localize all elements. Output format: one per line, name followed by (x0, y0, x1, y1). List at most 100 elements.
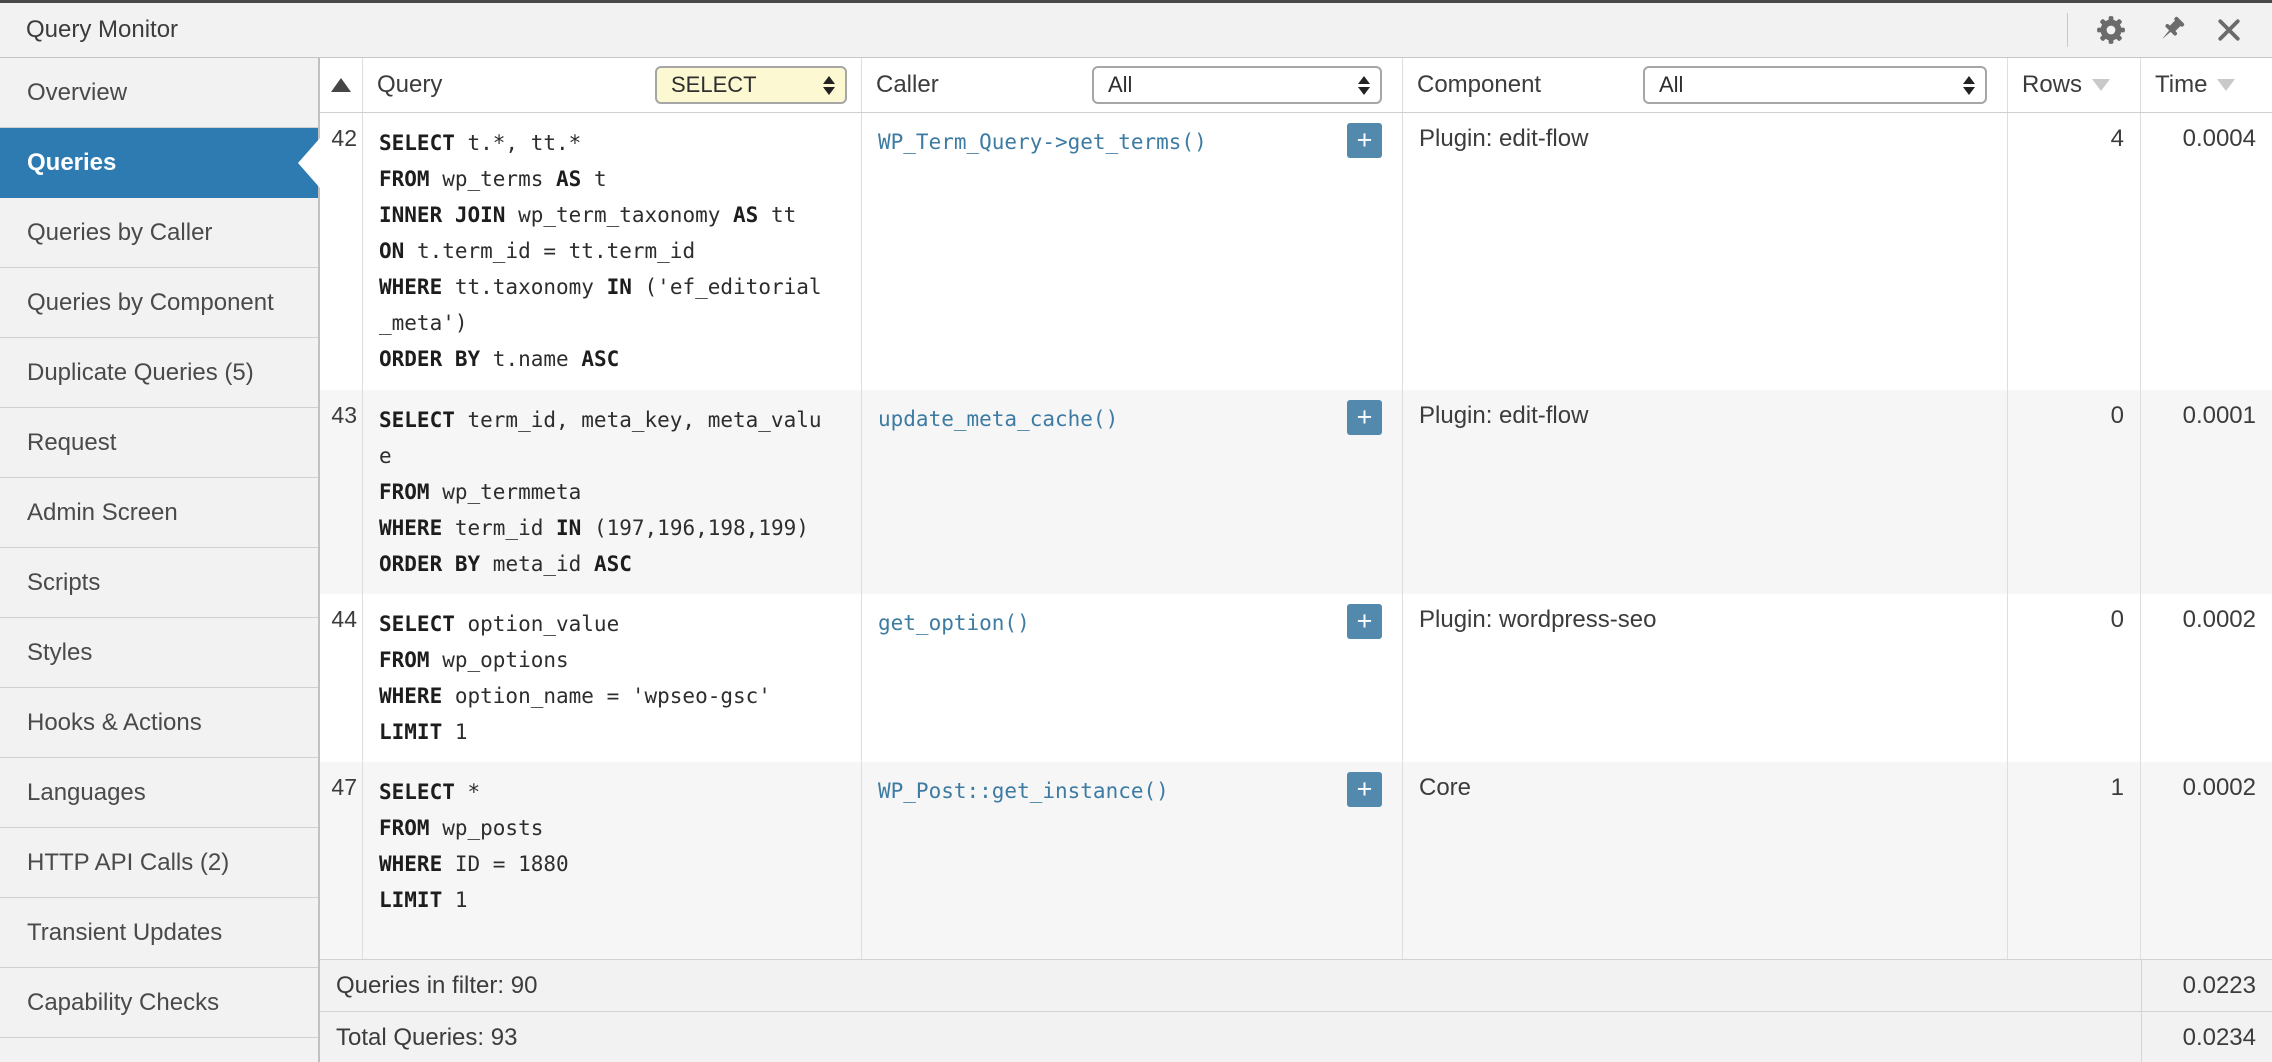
query-number-cell: 43 (320, 390, 363, 594)
query-caller-cell: WP_Post::get_instance() + (862, 762, 1403, 959)
rows-column-header[interactable]: Rows (2008, 58, 2141, 112)
query-rows-cell: 1 (2008, 762, 2141, 959)
footer-time: 0.0234 (2141, 1012, 2272, 1062)
sidebar-item-queries[interactable]: Queries (0, 128, 318, 198)
query-type-filter-select[interactable]: SELECT (655, 66, 847, 104)
query-type-filter-value: SELECT (671, 72, 757, 98)
sidebar-item-request[interactable]: Request (0, 408, 318, 478)
query-component-cell: Plugin: edit-flow (1403, 113, 2008, 390)
sidebar-item-overview[interactable]: Overview (0, 58, 318, 128)
sidebar-item-label: Capability Checks (27, 989, 219, 1017)
sidebar-item-scripts[interactable]: Scripts (0, 548, 318, 618)
caller-link[interactable]: WP_Post::get_instance() (878, 779, 1169, 803)
expand-caller-button[interactable]: + (1347, 123, 1382, 158)
query-rows-cell: 0 (2008, 390, 2141, 594)
sql-text: SELECT term_id, meta_key, meta_valu e FR… (379, 402, 845, 582)
select-arrows-icon (823, 76, 835, 95)
pin-icon (2154, 13, 2188, 47)
query-caller-cell: get_option() + (862, 594, 1403, 762)
query-number-cell: 44 (320, 594, 363, 762)
caller-link[interactable]: WP_Term_Query->get_terms() (878, 130, 1207, 154)
rows-column-label: Rows (2022, 71, 2082, 99)
query-time-cell: 0.0002 (2141, 762, 2272, 959)
sort-asc-icon (331, 78, 351, 92)
sidebar-item-hooks-actions[interactable]: Hooks & Actions (0, 688, 318, 758)
sidebar-item-label: Admin Screen (27, 499, 178, 527)
sort-desc-icon (2217, 79, 2235, 91)
component-filter-select[interactable]: All (1643, 66, 1987, 104)
sidebar-item-label: Hooks & Actions (27, 709, 202, 737)
sidebar-item-label: Queries by Caller (27, 219, 212, 247)
sort-order-header[interactable] (320, 58, 363, 112)
sidebar-item-label: Queries by Component (27, 289, 274, 317)
query-component-cell: Plugin: wordpress-seo (1403, 594, 2008, 762)
caller-column-header: Caller All (862, 58, 1403, 112)
sidebar-item-capability-checks[interactable]: Capability Checks (0, 968, 318, 1038)
expand-caller-button[interactable]: + (1347, 604, 1382, 639)
query-time-cell: 0.0004 (2141, 113, 2272, 390)
sidebar-item-label: Styles (27, 639, 92, 667)
caller-filter-select[interactable]: All (1092, 66, 1382, 104)
sidebar-item-duplicate-queries-5[interactable]: Duplicate Queries (5) (0, 338, 318, 408)
query-component-cell: Core (1403, 762, 2008, 959)
sidebar-item-styles[interactable]: Styles (0, 618, 318, 688)
sidebar-item-label: HTTP API Calls (2) (27, 849, 229, 877)
close-button[interactable] (2214, 15, 2244, 45)
caller-link[interactable]: update_meta_cache() (878, 407, 1118, 431)
component-column-header: Component All (1403, 58, 2008, 112)
sidebar-item-transient-updates[interactable]: Transient Updates (0, 898, 318, 968)
query-table-row: 43 SELECT term_id, meta_key, meta_valu e… (320, 390, 2272, 594)
query-number-cell: 47 (320, 762, 363, 959)
query-number-cell: 42 (320, 113, 363, 390)
query-column-label: Query (377, 71, 442, 99)
query-table-row: 47 SELECT * FROM wp_posts WHERE ID = 188… (320, 762, 2272, 959)
query-monitor-panel: Query Monitor (0, 0, 2272, 1062)
footer-row: Total Queries: 93 0.0234 (320, 1011, 2272, 1062)
sidebar-item-label: Transient Updates (27, 919, 222, 947)
sidebar-item-queries-by-caller[interactable]: Queries by Caller (0, 198, 318, 268)
query-rows-cell: 4 (2008, 113, 2141, 390)
query-time-cell: 0.0002 (2141, 594, 2272, 762)
settings-button[interactable] (2094, 13, 2128, 47)
sidebar-menu: Overview Queries Queries by Caller Queri… (0, 58, 320, 1062)
sidebar-item-queries-by-component[interactable]: Queries by Component (0, 268, 318, 338)
time-column-label: Time (2155, 71, 2207, 99)
sidebar-item-languages[interactable]: Languages (0, 758, 318, 828)
caller-link[interactable]: get_option() (878, 611, 1030, 635)
component-column-label: Component (1417, 71, 1541, 99)
query-rows-cell: 0 (2008, 594, 2141, 762)
footer-row: Queries in filter: 90 0.0223 (320, 959, 2272, 1011)
query-sql-cell: SELECT t.*, tt.* FROM wp_terms AS t INNE… (363, 113, 862, 390)
sort-desc-icon (2092, 79, 2110, 91)
titlebar-actions (2067, 3, 2272, 57)
sidebar-item-http-api-calls-2[interactable]: HTTP API Calls (2) (0, 828, 318, 898)
query-time-cell: 0.0001 (2141, 390, 2272, 594)
sidebar-item-label: Duplicate Queries (5) (27, 359, 254, 387)
query-sql-cell: SELECT option_value FROM wp_options WHER… (363, 594, 862, 762)
expand-caller-button[interactable]: + (1347, 400, 1382, 435)
sidebar-item-label: Scripts (27, 569, 100, 597)
query-caller-cell: WP_Term_Query->get_terms() + (862, 113, 1403, 390)
select-arrows-icon (1358, 76, 1370, 95)
table-header: Query SELECT Caller All Component (320, 58, 2272, 113)
time-column-header[interactable]: Time (2141, 58, 2272, 112)
panel-title: Query Monitor (0, 16, 178, 44)
gear-icon (2094, 13, 2128, 47)
titlebar: Query Monitor (0, 3, 2272, 58)
pin-button[interactable] (2154, 13, 2188, 47)
sidebar-item-label: Overview (27, 79, 127, 107)
titlebar-divider (2067, 13, 2068, 47)
sql-text: SELECT option_value FROM wp_options WHER… (379, 606, 845, 750)
queries-panel: Query SELECT Caller All Component (320, 58, 2272, 1062)
select-arrows-icon (1963, 76, 1975, 95)
sql-text: SELECT * FROM wp_posts WHERE ID = 1880 L… (379, 774, 845, 918)
expand-caller-button[interactable]: + (1347, 772, 1382, 807)
sql-text: SELECT t.*, tt.* FROM wp_terms AS t INNE… (379, 125, 845, 377)
close-icon (2214, 15, 2244, 45)
footer-label: Total Queries: 93 (320, 1024, 2141, 1052)
footer-label: Queries in filter: 90 (320, 972, 2141, 1000)
caller-column-label: Caller (876, 71, 939, 99)
query-sql-cell: SELECT * FROM wp_posts WHERE ID = 1880 L… (363, 762, 862, 959)
component-filter-value: All (1659, 72, 1683, 98)
sidebar-item-admin-screen[interactable]: Admin Screen (0, 478, 318, 548)
